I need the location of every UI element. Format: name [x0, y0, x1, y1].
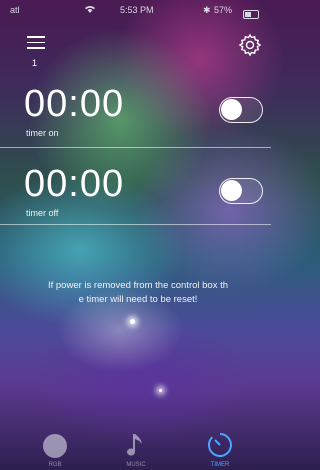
toggle-knob: [221, 99, 242, 120]
timer-off-toggle[interactable]: [219, 178, 263, 204]
toggle-knob: [221, 180, 242, 201]
menu-icon[interactable]: [27, 36, 45, 50]
timer-icon: [206, 431, 234, 464]
tab-rgb-label: RGB: [48, 462, 62, 468]
timer-on-label: timer on: [26, 128, 59, 138]
tab-timer-label: TIMER: [210, 462, 230, 468]
gear-icon[interactable]: [238, 33, 262, 57]
tab-timer[interactable]: TIMER: [190, 428, 250, 470]
music-note-icon: [126, 432, 146, 465]
divider: [0, 224, 271, 225]
timer-on-toggle[interactable]: [219, 97, 263, 123]
tab-bar: RGB MUSIC TIMER: [0, 428, 271, 470]
star-glow: [130, 319, 135, 324]
wifi-icon: [84, 5, 96, 16]
battery-percent: 57%: [214, 5, 233, 15]
timer-off-time[interactable]: 00:00: [24, 164, 124, 204]
signal-indicator: atl: [10, 5, 20, 15]
tab-music[interactable]: MUSIC: [106, 428, 166, 470]
status-time: 5:53 PM: [120, 5, 154, 15]
star-glow: [159, 389, 162, 392]
warning-line-1: If power is removed from the control box…: [47, 280, 229, 291]
divider: [0, 147, 271, 148]
timer-on-time[interactable]: 00:00: [24, 84, 124, 124]
bluetooth-icon: ✱: [203, 5, 211, 15]
tab-music-label: MUSIC: [126, 462, 146, 468]
circle-icon: [43, 434, 67, 458]
reset-warning-text: If power is removed from the control box…: [18, 279, 258, 307]
status-bar: atl 5:53 PM ✱ 57%: [0, 0, 271, 20]
warning-line-2: e timer will need to be reset!: [78, 294, 198, 305]
menu-count: 1: [32, 58, 38, 68]
timer-off-label: timer off: [26, 208, 59, 218]
tab-rgb[interactable]: RGB: [25, 428, 85, 470]
